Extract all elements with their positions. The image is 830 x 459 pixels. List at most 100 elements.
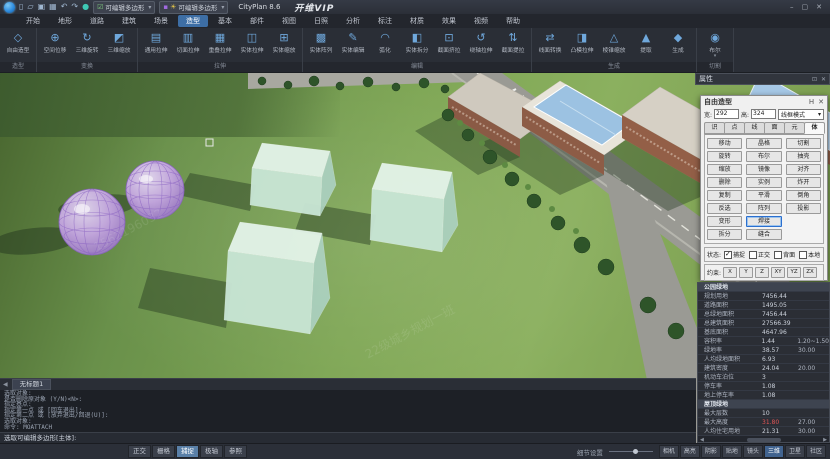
subobject-tab[interactable]: 元 [784, 122, 805, 134]
redo-icon[interactable]: ↷ [71, 1, 78, 13]
ribbon-button[interactable]: ◇ 自由造型 [3, 30, 33, 54]
tool-button[interactable]: 炸开 [786, 177, 821, 188]
sync-icon[interactable]: ● [82, 1, 89, 13]
tool-button[interactable]: 平滑 [746, 190, 781, 201]
table-row[interactable]: 地上停车率 1.08 [698, 391, 829, 400]
ribbon-button[interactable]: ◧ 实体拆分 [402, 30, 432, 54]
menu-item[interactable]: 建筑 [114, 15, 144, 27]
view-mode-button[interactable]: 社区 [806, 445, 826, 458]
constraint-button[interactable]: XY [771, 267, 785, 278]
ribbon-button[interactable]: ▦ 重叠拉伸 [205, 30, 235, 54]
ribbon-button[interactable]: ◉ 布尔 ▾ [700, 30, 730, 58]
tool-button[interactable]: 复制 [707, 190, 742, 201]
menu-item[interactable]: 日照 [306, 15, 336, 27]
menu-item[interactable]: 效果 [434, 15, 464, 27]
maximize-button[interactable]: ▢ [802, 3, 809, 11]
tool-button[interactable]: 布尔 [746, 151, 781, 162]
table-row[interactable]: 停车率 1.08 [698, 382, 829, 391]
tool-button[interactable]: 缩放 [707, 164, 742, 175]
dock-icon[interactable]: ⊡ [812, 76, 817, 83]
view-mode-button[interactable]: 镜头 [743, 445, 763, 458]
table-row[interactable]: 人均住宅用地 21.31 30.00 [698, 427, 829, 436]
subobject-tab[interactable]: 点 [724, 122, 745, 134]
height-field[interactable]: 324 [751, 109, 776, 119]
width-field[interactable]: 292 [714, 109, 739, 119]
tool-button[interactable]: 拆分 [707, 229, 742, 240]
detail-slider[interactable] [609, 451, 653, 452]
editable-poly-dropdown[interactable]: ▪ ☀ 可编辑多边形 ▾ [159, 1, 228, 14]
ribbon-button[interactable]: ⇄ 线面转换 [535, 30, 565, 54]
tool-button[interactable]: 晶格 [746, 138, 781, 149]
tool-button[interactable]: 移动 [707, 138, 742, 149]
view-mode-button[interactable]: 阴影 [701, 445, 721, 458]
snap-toggle[interactable]: 参照 [224, 445, 247, 458]
ribbon-button[interactable]: ↺ 绕轴拉伸 [466, 30, 496, 54]
collapse-icon[interactable]: ◀ [3, 381, 8, 388]
view-mode-button[interactable]: 三维 [764, 445, 784, 458]
horizontal-scrollbar[interactable]: ◀ ▶ [698, 436, 829, 443]
snap-toggle[interactable]: 栅格 [152, 445, 175, 458]
snap-toggle[interactable]: 捕捉 [176, 445, 199, 458]
command-history[interactable]: 选取对象:是否删除原对象 (Y/N)<N>:指定基点:指定第一点 或 [回车退出… [0, 390, 696, 432]
ribbon-button[interactable]: ▥ 切面拉伸 [173, 30, 203, 54]
slider-knob[interactable] [633, 449, 638, 454]
tool-button[interactable]: 缝合 [746, 229, 781, 240]
subobject-tab[interactable]: 线 [744, 122, 765, 134]
subobject-tab[interactable]: 体 [804, 122, 825, 134]
table-row[interactable]: 总建筑面积 27566.39 [698, 319, 829, 328]
tool-button[interactable]: 反选 [707, 203, 742, 214]
tool-button[interactable]: 焊接 [746, 216, 781, 227]
ribbon-button[interactable]: ◨ 凸模拉伸 [567, 30, 597, 54]
view-mode-button[interactable]: 贴地 [722, 445, 742, 458]
save-all-icon[interactable]: ▦ [49, 1, 57, 13]
close-icon[interactable]: ✕ [818, 98, 824, 106]
ribbon-button[interactable]: ▲ 提取 [631, 30, 661, 54]
table-row[interactable]: 总绿地面积 7456.44 [698, 310, 829, 319]
state-checkbox[interactable]: 背面 [774, 250, 795, 259]
ribbon-button[interactable]: ✎ 实体编辑 [338, 30, 368, 54]
state-checkbox[interactable]: 捕捉 [724, 250, 745, 259]
view-mode-button[interactable]: 高亮 [680, 445, 700, 458]
table-row[interactable]: 最大高度 31.80 27.00 [698, 418, 829, 427]
tool-button[interactable]: 变形 [707, 216, 742, 227]
state-checkbox[interactable]: 本地 [799, 250, 820, 259]
ribbon-button[interactable]: ▩ 实体阵列 [306, 30, 336, 54]
subobject-tab[interactable]: 识 [704, 122, 725, 134]
tool-button[interactable]: 抽壳 [786, 151, 821, 162]
menu-item[interactable]: 造型 [178, 15, 208, 27]
tool-button[interactable]: 实例 [746, 177, 781, 188]
constraint-button[interactable]: X [723, 267, 737, 278]
constraint-button[interactable]: Y [739, 267, 753, 278]
menu-item[interactable]: 地形 [50, 15, 80, 27]
table-row[interactable]: 容积率 1.44 1.20~1.50 [698, 337, 829, 346]
subobject-tab[interactable]: 面 [764, 122, 785, 134]
table-row[interactable]: 公园绿地 [698, 283, 829, 292]
table-row[interactable]: 屋顶绿地 [698, 400, 829, 409]
ribbon-button[interactable]: ◠ 弧化 [370, 30, 400, 54]
table-row[interactable]: 基底面积 4647.96 [698, 328, 829, 337]
table-row[interactable]: 机动车泊位 3 [698, 373, 829, 382]
table-row[interactable]: 规划用地 7456.44 [698, 292, 829, 301]
menu-item[interactable]: 帮助 [498, 15, 528, 27]
tool-button[interactable]: 对齐 [786, 164, 821, 175]
tool-button[interactable]: 倒角 [786, 190, 821, 201]
scroll-left-icon[interactable]: ◀ [700, 437, 704, 443]
minimize-button[interactable]: – [790, 3, 794, 11]
scroll-right-icon[interactable]: ▶ [823, 437, 827, 443]
display-mode-select[interactable]: 线框模式 ▾ [778, 109, 824, 120]
constraint-button[interactable]: Z [755, 267, 769, 278]
close-icon[interactable]: ✕ [821, 76, 826, 83]
menu-item[interactable]: 标注 [370, 15, 400, 27]
tool-button[interactable]: 删除 [707, 177, 742, 188]
ribbon-button[interactable]: ⇅ 截面提拉 [498, 30, 528, 54]
ribbon-button[interactable]: △ 棱锥缩放 [599, 30, 629, 54]
view-mode-button[interactable]: 卫星 [785, 445, 805, 458]
ribbon-button[interactable]: ⊞ 实体缩放 [269, 30, 299, 54]
mint-box-1[interactable] [250, 143, 336, 216]
ribbon-button[interactable]: ◫ 实体拉伸 [237, 30, 267, 54]
ribbon-button[interactable]: ◩ 三维缩放 [104, 30, 134, 54]
table-row[interactable]: 建筑密度 24.04 20.00 [698, 364, 829, 373]
tool-button[interactable]: 阵列 [746, 203, 781, 214]
menu-item[interactable]: 分析 [338, 15, 368, 27]
close-button[interactable]: ✕ [816, 3, 822, 11]
